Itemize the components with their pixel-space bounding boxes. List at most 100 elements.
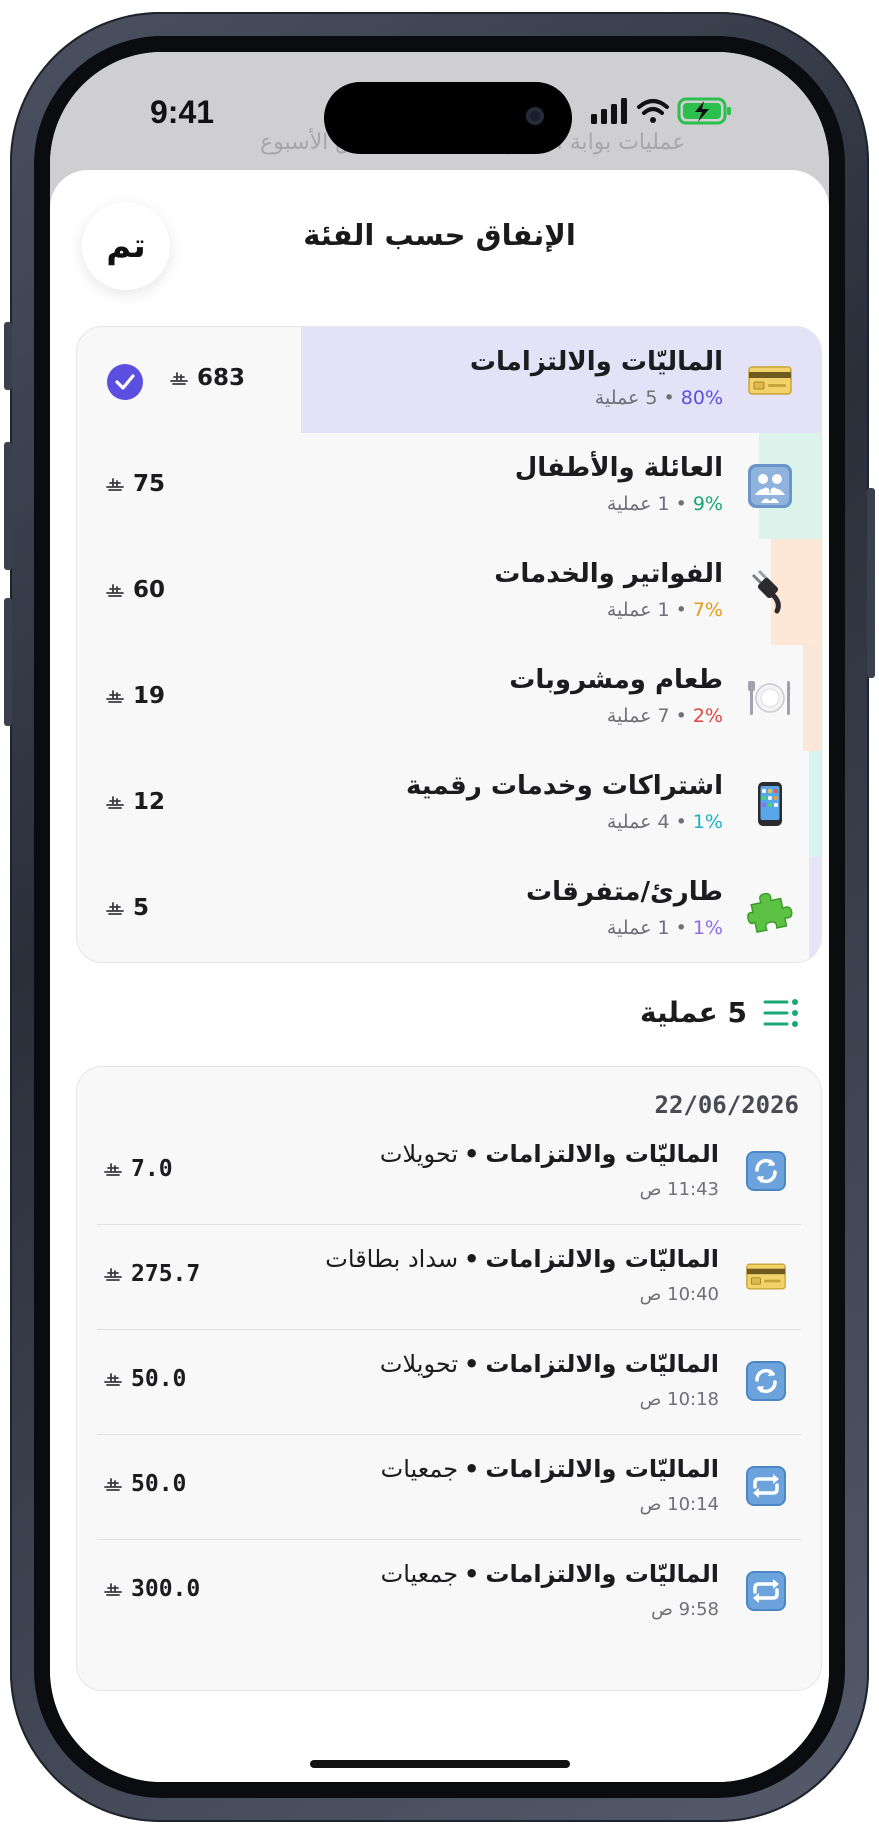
transaction-row[interactable]: الماليّات والالتزامات • سداد بطاقات 10:40 ص… xyxy=(97,1225,801,1330)
category-percent: 1% xyxy=(692,917,723,939)
camera-icon xyxy=(526,107,544,125)
done-button[interactable]: تم xyxy=(82,202,170,290)
category-count: 7 عملية xyxy=(606,705,670,727)
transaction-row[interactable]: الماليّات والالتزامات • تحويلات 11:43 ص 7.0 xyxy=(97,1120,801,1225)
home-indicator xyxy=(310,1760,570,1768)
transaction-row[interactable]: الماليّات والالتزامات • جمعيات 9:58 ص 300.0 xyxy=(97,1540,801,1645)
transaction-category: الماليّات والالتزامات xyxy=(485,1350,719,1378)
phone-frame: إنفاق الأسبوع عمليات بوابة الشهر 9:41 ال… xyxy=(4,12,875,1822)
action-button xyxy=(4,322,12,390)
credit-card-icon xyxy=(747,357,793,403)
currency-icon xyxy=(104,1268,122,1281)
list-icon xyxy=(763,998,798,1027)
title-separator: • xyxy=(464,1560,480,1588)
transaction-time: 10:40 ص xyxy=(639,1284,719,1305)
transaction-time: 10:18 ص xyxy=(639,1389,719,1410)
cellular-signal-icon xyxy=(591,98,627,124)
meta-separator: • xyxy=(669,705,693,727)
category-amount: 12 xyxy=(105,789,165,815)
puzzle-piece-icon xyxy=(747,887,793,934)
transaction-amount-value: 300.0 xyxy=(131,1576,201,1602)
power-button xyxy=(867,488,875,678)
category-count: 1 عملية xyxy=(606,493,670,515)
category-name: طارئ/متفرقات xyxy=(525,877,723,907)
transactions-list: 22/06/2026 الماليّات والالتزامات • تحويلات… xyxy=(76,1066,822,1691)
category-amount-value: 683 xyxy=(197,365,246,391)
transactions-date: 22/06/2026 xyxy=(654,1091,800,1119)
meta-separator: • xyxy=(669,811,693,833)
transaction-row[interactable]: الماليّات والالتزامات • جمعيات 10:14 ص 50.0 xyxy=(97,1435,801,1540)
meta-separator: • xyxy=(657,387,681,409)
transaction-amount-value: 275.7 xyxy=(131,1261,201,1287)
screen: إنفاق الأسبوع عمليات بوابة الشهر 9:41 ال… xyxy=(50,52,829,1782)
transaction-amount: 300.0 xyxy=(103,1576,200,1602)
category-amount-value: 75 xyxy=(133,471,166,497)
transaction-time: 9:58 ص xyxy=(651,1599,719,1620)
transaction-category: الماليّات والالتزامات xyxy=(485,1245,719,1273)
transaction-row[interactable]: الماليّات والالتزامات • تحويلات 10:18 ص 50.0 xyxy=(97,1330,801,1435)
repeat-arrows-icon xyxy=(745,1465,787,1507)
meta-separator: • xyxy=(669,917,693,939)
transaction-time: 11:43 ص xyxy=(639,1179,719,1200)
transaction-category: الماليّات والالتزامات xyxy=(485,1140,719,1168)
category-share-bar xyxy=(809,751,821,857)
transaction-category: الماليّات والالتزامات xyxy=(485,1560,719,1588)
transaction-title: الماليّات والالتزامات • سداد بطاقات xyxy=(325,1245,719,1273)
transaction-subcategory: جمعيات xyxy=(380,1560,459,1588)
volume-up-button xyxy=(4,442,12,570)
transaction-title: الماليّات والالتزامات • تحويلات xyxy=(380,1350,719,1378)
refresh-arrows-icon xyxy=(745,1360,787,1402)
category-row[interactable]: العائلة والأطفال 9% • 1 عملية 75 xyxy=(77,433,821,539)
category-row[interactable]: طعام ومشروبات 2% • 7 عملية 19 xyxy=(77,645,821,751)
transaction-title: الماليّات والالتزامات • جمعيات xyxy=(381,1560,719,1588)
category-meta: 2% • 7 عملية xyxy=(607,705,723,727)
currency-icon xyxy=(106,690,124,703)
category-row[interactable]: الفواتير والخدمات 7% • 1 عملية 60 xyxy=(77,539,821,645)
currency-icon xyxy=(106,796,124,809)
transaction-amount-value: 7.0 xyxy=(131,1156,173,1182)
title-separator: • xyxy=(464,1140,480,1168)
transaction-time: 10:14 ص xyxy=(639,1494,719,1515)
category-row[interactable]: اشتراكات وخدمات رقمية 1% • 4 عملية 12 xyxy=(77,751,821,857)
category-share-bar xyxy=(809,857,821,962)
category-name: الماليّات والالتزامات xyxy=(469,347,723,377)
transaction-title: الماليّات والالتزامات • تحويلات xyxy=(380,1140,719,1168)
transactions-header: 5 عملية xyxy=(640,996,799,1029)
category-amount: 19 xyxy=(105,683,165,709)
category-list: الماليّات والالتزامات 80% • 5 عملية 683 الع… xyxy=(76,326,822,963)
category-row[interactable]: طارئ/متفرقات 1% • 1 عملية 5 xyxy=(77,857,821,962)
category-count: 4 عملية xyxy=(606,811,670,833)
category-amount: 683 xyxy=(169,365,245,391)
mobile-phone-icon xyxy=(747,781,793,827)
category-amount-value: 12 xyxy=(133,789,166,815)
category-percent: 9% xyxy=(692,493,723,515)
transaction-amount-value: 50.0 xyxy=(131,1366,187,1392)
category-amount: 60 xyxy=(105,577,165,603)
currency-icon xyxy=(104,1583,122,1596)
category-amount: 75 xyxy=(105,471,165,497)
wifi-icon xyxy=(637,99,669,123)
selected-check-icon xyxy=(107,364,143,400)
category-name: الفواتير والخدمات xyxy=(494,559,723,589)
bezel: إنفاق الأسبوع عمليات بوابة الشهر 9:41 ال… xyxy=(34,36,845,1798)
family-icon xyxy=(747,463,793,509)
category-share-bar xyxy=(301,327,821,433)
category-meta: 1% • 1 عملية xyxy=(607,917,723,939)
volume-down-button xyxy=(4,598,12,726)
category-name: اشتراكات وخدمات رقمية xyxy=(405,771,723,801)
plate-cutlery-icon xyxy=(747,675,793,721)
category-amount-value: 5 xyxy=(133,895,150,921)
category-percent: 7% xyxy=(692,599,723,621)
transaction-subcategory: سداد بطاقات xyxy=(325,1245,459,1273)
category-meta: 9% • 1 عملية xyxy=(607,493,723,515)
transaction-subcategory: تحويلات xyxy=(379,1140,459,1168)
refresh-arrows-icon xyxy=(745,1150,787,1192)
category-count: 1 عملية xyxy=(606,599,670,621)
category-row[interactable]: الماليّات والالتزامات 80% • 5 عملية 683 xyxy=(77,327,821,433)
title-separator: • xyxy=(464,1245,480,1273)
category-count: 5 عملية xyxy=(594,387,658,409)
category-percent: 80% xyxy=(680,387,723,409)
currency-icon xyxy=(106,902,124,915)
repeat-arrows-icon xyxy=(745,1570,787,1612)
currency-icon xyxy=(104,1373,122,1386)
